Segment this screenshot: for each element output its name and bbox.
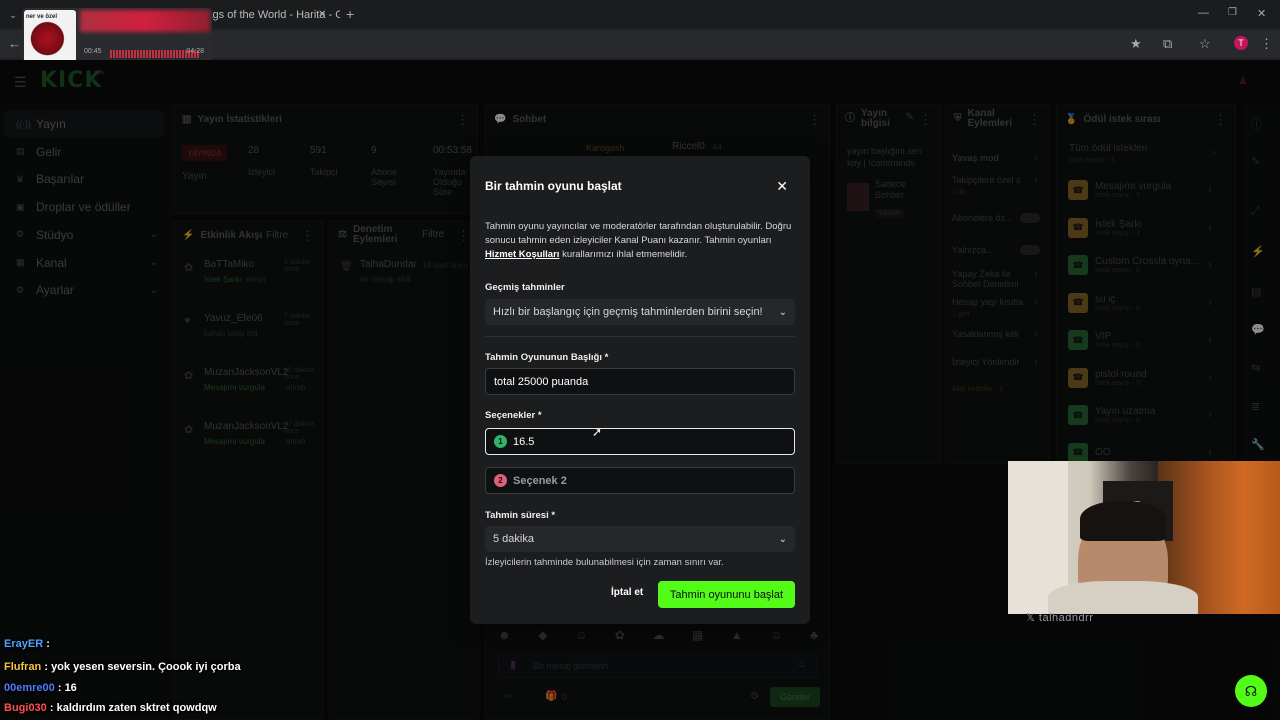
extensions-icon[interactable]: ⧉ [1163,36,1172,52]
chat-separator: : [54,682,65,694]
close-icon[interactable]: ✕ [776,178,788,195]
cancel-button[interactable]: İptal et [611,587,643,598]
x-logo-icon: 𝕏 [1026,612,1039,624]
option-1-value: 16.5 [513,435,535,448]
duration-label: Tahmin süresi * [485,510,556,521]
option-2-number: 2 [494,474,507,487]
options-label: Seçenekler * [485,410,542,421]
minimize-icon[interactable]: — [1198,7,1209,19]
webcam-hair [1080,501,1166,541]
divider [485,336,795,337]
past-predictions-select[interactable]: Hızlı bir başlangıç için geçmiş tahminle… [485,299,795,325]
overlay-chat-line: Bugi030 : kaldırdım zaten sktret qowdqw [4,702,217,714]
bookmark-star-icon[interactable]: ★ [1130,36,1142,52]
track-times: 00:45 04:28 [84,48,204,55]
option-2-input[interactable]: 2 Seçenek 2 [485,467,795,494]
option-2-placeholder: Seçenek 2 [513,474,567,487]
webcam-shirt [1048,581,1198,614]
album-art-text: ner ve özel [26,14,58,20]
chat-username: 00emre00 [4,682,55,694]
chat-username: Bugi030 [4,702,47,714]
time-total: 04:28 [186,48,204,55]
chat-text: yok yesen seversin. Çoook iyi çorba [51,661,241,673]
track-title-blurred [80,10,210,32]
chat-text: 16 [64,682,77,694]
start-prediction-button[interactable]: Tahmin oyununu başlat [658,581,795,608]
bookmarks-icon[interactable]: ☆ [1199,36,1211,52]
modal-title: Bir tahmin oyunu başlat [485,179,622,193]
headset-icon: ☊ [1244,682,1258,699]
option-1-number: 1 [494,435,507,448]
terms-link[interactable]: Hizmet Koşulları [485,249,559,260]
chevron-down-icon: ⌄ [778,306,787,318]
past-predictions-placeholder: Hızlı bir başlangıç için geçmiş tahminle… [493,306,763,318]
duration-select[interactable]: 5 dakika ⌄ [485,526,795,552]
chat-separator: : [46,702,57,714]
past-predictions-label: Geçmiş tahminler [485,282,565,293]
webcam-overlay [1008,461,1280,614]
overlay-chat-line: Flufran : yok yesen seversin. Çoook iyi … [4,661,241,673]
desc-part1: Tahmin oyunu yayıncılar ve moderatörler … [485,221,792,246]
maximize-icon[interactable]: ❐ [1228,7,1237,18]
prediction-title-input[interactable]: total 25000 puanda [485,368,795,395]
option-1-input[interactable]: 1 16.5 [485,428,795,455]
modal-description: Tahmin oyunu yayıncılar ve moderatörler … [485,220,795,262]
new-tab-button[interactable]: + [346,6,354,22]
tab-close-icon[interactable]: ✕ [318,9,326,20]
duration-hint: İzleyicilerin tahminde bulunabilmesi içi… [485,557,724,568]
duration-value: 5 dakika [493,533,534,545]
chat-username: Flufran [4,661,42,673]
media-player-overlay: ner ve özel 00:45 04:28 [22,8,212,66]
mouse-cursor: ➚ [592,425,603,439]
prediction-modal: Bir tahmin oyunu başlat ✕ Tahmin oyunu y… [470,156,810,624]
desc-part2: kurallarımızı ihlal etmemelidir. [559,249,688,260]
support-chat-button[interactable]: ☊ [1235,675,1267,707]
webcam-watermark: 𝕏 talhadndrr [1026,611,1093,624]
chat-text: kaldırdım zaten sktret qowdqw [56,702,217,714]
chat-separator: : [43,638,50,650]
profile-avatar[interactable]: T [1234,36,1248,50]
watermark-text: talhadndrr [1038,612,1094,624]
chat-separator: : [41,661,52,673]
chevron-down-icon: ⌄ [778,533,787,545]
tab-search-icon[interactable]: ⌄ [6,8,20,22]
menu-icon[interactable]: ⋮ [1260,36,1273,52]
overlay-chat-line: ErayER : [4,638,50,650]
back-icon[interactable]: ← [8,36,21,51]
chat-username: ErayER [4,638,44,650]
close-window-icon[interactable]: ✕ [1257,7,1266,20]
prediction-title-label: Tahmin Oyununun Başlığı * [485,352,609,363]
overlay-chat-line: 00emre00 : 16 [4,682,77,694]
time-current: 00:45 [84,48,102,55]
